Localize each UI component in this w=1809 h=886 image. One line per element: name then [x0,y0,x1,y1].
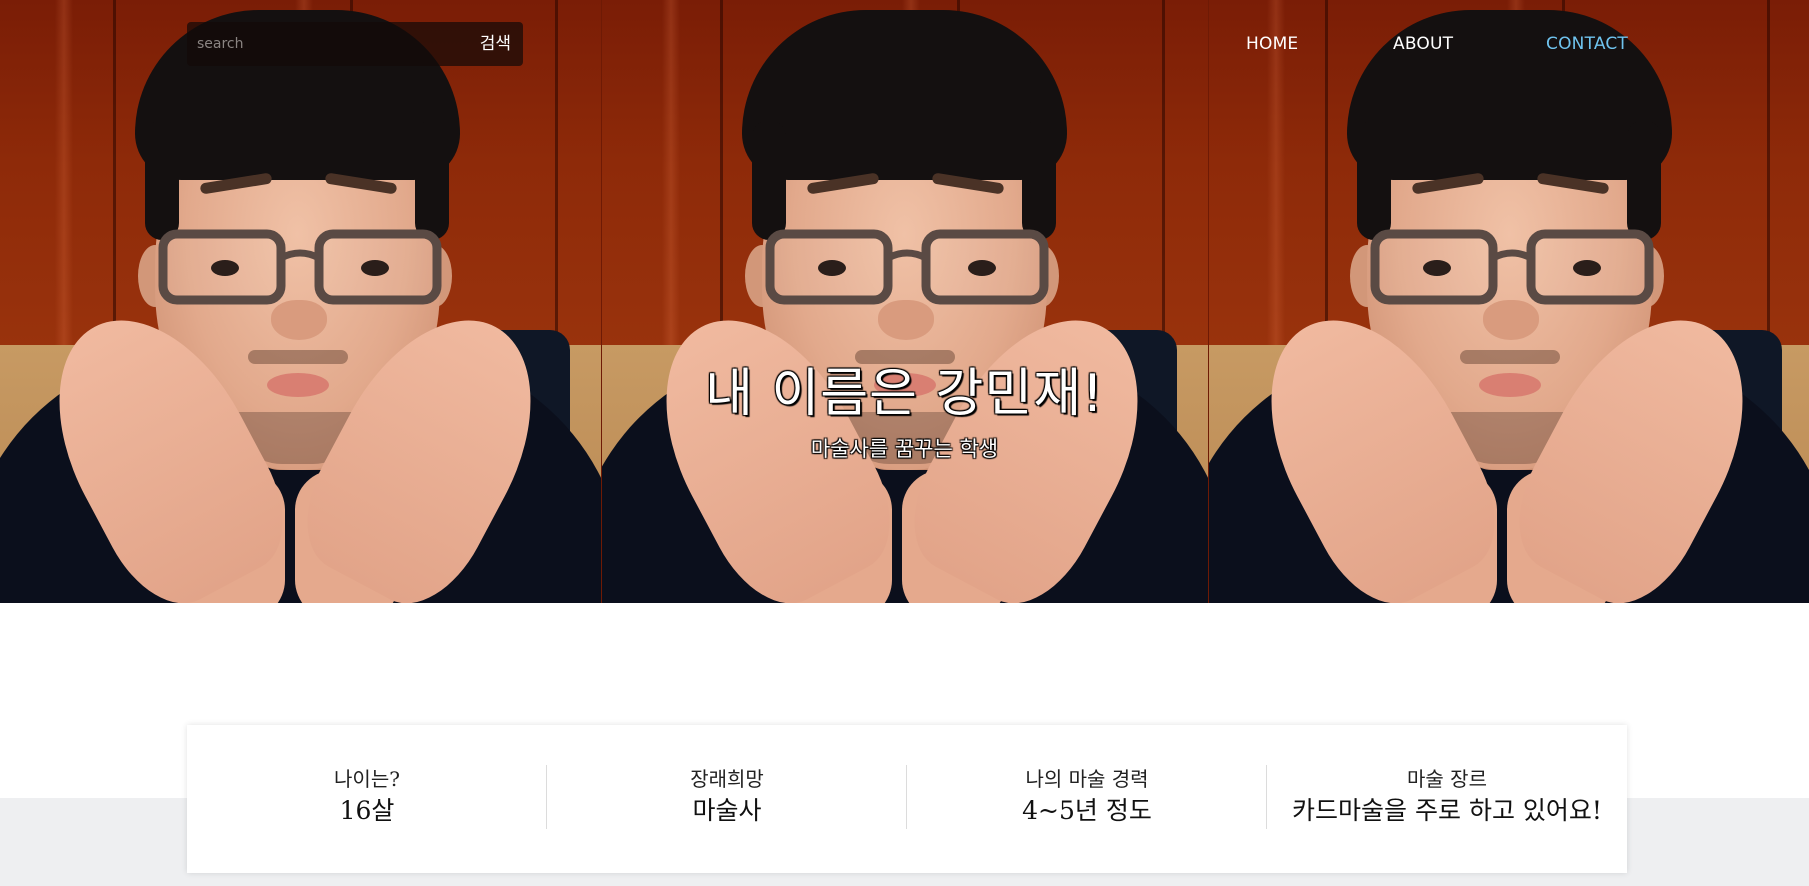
wall-seam [1162,0,1165,345]
wall-seam [113,0,116,345]
wall-seam [1767,0,1770,345]
info-value: 4~5년 정도 [1022,796,1152,825]
hero-photo-panel [602,0,1208,603]
person-hair [1022,120,1056,240]
person-hair [145,120,179,240]
wall-seam [720,0,723,345]
profile-info-card: 나이는? 16살 장래희망 마술사 나의 마술 경력 4~5년 정도 마술 장르… [187,725,1627,873]
wall-seam [1325,0,1328,345]
wall-seam [555,0,558,345]
info-label: 나이는? [334,767,400,791]
person-nose [878,300,934,340]
nav-home-link[interactable]: HOME [1246,34,1298,58]
person-hair [752,120,786,240]
search-input[interactable] [187,22,447,66]
person-hair [415,120,449,240]
person-hair [1357,120,1391,240]
page: 검색 HOME ABOUT CONTACT 내 이름은 강민재! 마술사를 꿈꾸… [0,0,1809,886]
nav-about-link[interactable]: ABOUT [1393,34,1453,58]
nav-contact-link[interactable]: CONTACT [1546,34,1628,58]
info-item-dream: 장래희망 마술사 [547,765,907,829]
wall-highlight [662,0,680,345]
hero-photo-panel [1209,0,1809,603]
glasses-icon [155,228,445,308]
person-nose [1483,300,1539,340]
search-bar: 검색 [187,22,523,66]
hero-photo [1209,0,1809,603]
hero-photo-panel [0,0,601,603]
info-label: 장래희망 [690,767,764,791]
person-nose [271,300,327,340]
wall-highlight [55,0,73,345]
hero-subtitle: 마술사를 꿈꾸는 학생 [810,437,999,461]
hero-title: 내 이름은 강민재! [705,364,1104,424]
info-value: 마술사 [692,796,762,825]
info-item-age: 나이는? 16살 [187,765,547,829]
info-item-experience: 나의 마술 경력 4~5년 정도 [907,765,1267,829]
info-value: 16살 [339,796,395,825]
info-item-genre: 마술 장르 카드마술을 주로 하고 있어요! [1267,765,1627,829]
hero-section: 검색 HOME ABOUT CONTACT 내 이름은 강민재! 마술사를 꿈꾸… [0,0,1809,603]
hero-photo [0,0,601,603]
glasses-icon [762,228,1052,308]
info-label: 나의 마술 경력 [1025,767,1149,791]
info-label: 마술 장르 [1407,767,1487,791]
hero-photo [602,0,1208,603]
person-hair [1627,120,1661,240]
search-button[interactable]: 검색 [480,22,511,66]
glasses-icon [1367,228,1657,308]
info-value: 카드마술을 주로 하고 있어요! [1292,796,1602,825]
person-hair [742,10,1067,180]
